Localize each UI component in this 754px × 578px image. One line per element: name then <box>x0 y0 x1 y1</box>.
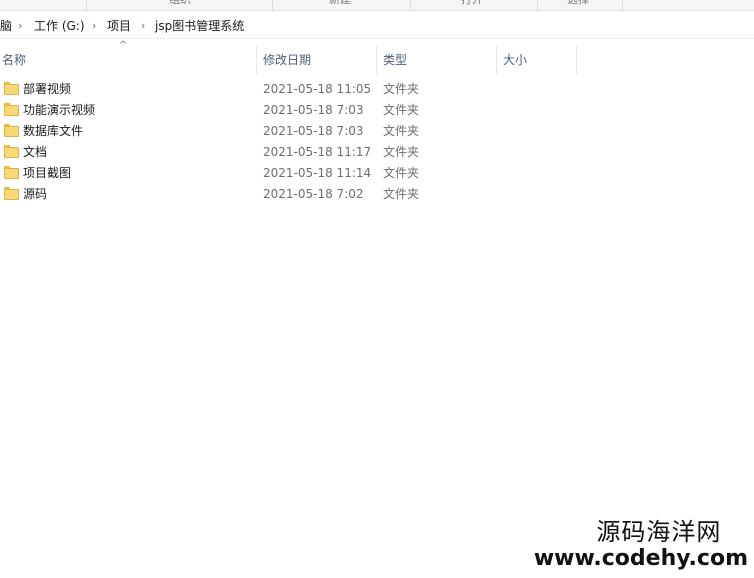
watermark: 源码海洋网 www.codehy.com <box>534 518 748 572</box>
column-header-type[interactable]: 类型 <box>377 46 497 74</box>
file-type: 文件夹 <box>383 124 420 138</box>
file-name[interactable]: 数据库文件 <box>23 121 83 142</box>
file-name[interactable]: 文档 <box>23 142 47 163</box>
chevron-right-icon[interactable]: › <box>18 14 22 38</box>
list-item[interactable]: 源码 2021-05-18 7:02 文件夹 <box>0 184 754 205</box>
chevron-right-icon[interactable]: › <box>92 14 96 38</box>
ribbon-separator <box>86 0 87 10</box>
folder-icon <box>4 82 19 95</box>
file-type: 文件夹 <box>383 145 420 159</box>
ribbon-group-select[interactable]: 选择 <box>548 0 608 9</box>
folder-icon <box>4 124 19 137</box>
file-type: 文件夹 <box>383 166 420 180</box>
column-header-label: 名称 <box>2 53 27 67</box>
file-modified: 2021-05-18 11:17 <box>263 145 372 159</box>
ribbon-separator <box>272 0 273 10</box>
column-header-row: ^ 名称 修改日期 类型 大小 <box>0 40 754 74</box>
file-name[interactable]: 源码 <box>23 184 47 205</box>
ribbon-group-open[interactable]: 打开 <box>442 0 502 9</box>
column-header-label: 大小 <box>503 53 528 67</box>
list-item[interactable]: 数据库文件 2021-05-18 7:03 文件夹 <box>0 121 754 142</box>
file-modified: 2021-05-18 7:02 <box>263 187 364 201</box>
folder-icon <box>4 103 19 116</box>
file-type: 文件夹 <box>383 82 420 96</box>
file-modified: 2021-05-18 11:14 <box>263 166 372 180</box>
breadcrumb-item-drive[interactable]: 工作 (G:) <box>34 14 85 38</box>
column-header-size[interactable]: 大小 <box>497 46 577 74</box>
ribbon-separator <box>622 0 623 10</box>
breadcrumb-item-current-folder[interactable]: jsp图书管理系统 <box>155 14 244 38</box>
list-item[interactable]: 文档 2021-05-18 11:17 文件夹 <box>0 142 754 163</box>
ribbon-separator <box>537 0 538 10</box>
column-header-label: 类型 <box>383 53 408 67</box>
folder-icon <box>4 187 19 200</box>
breadcrumb-item-computer[interactable]: 脑 <box>0 14 12 38</box>
chevron-right-icon[interactable]: › <box>141 14 145 38</box>
file-type: 文件夹 <box>383 187 420 201</box>
file-name[interactable]: 项目截图 <box>23 163 71 184</box>
file-modified: 2021-05-18 7:03 <box>263 124 364 138</box>
breadcrumb-item-project[interactable]: 项目 <box>107 14 131 38</box>
column-header-name[interactable]: 名称 <box>0 46 257 74</box>
folder-icon <box>4 166 19 179</box>
list-item[interactable]: 项目截图 2021-05-18 11:14 文件夹 <box>0 163 754 184</box>
ribbon-strip: 组织 新建 打开 选择 <box>0 0 754 11</box>
ribbon-separator <box>410 0 411 10</box>
column-header-modified[interactable]: 修改日期 <box>257 46 377 74</box>
file-modified: 2021-05-18 11:05 <box>263 82 372 96</box>
watermark-url: www.codehy.com <box>533 546 748 571</box>
ribbon-group-organize[interactable]: 组织 <box>150 0 210 9</box>
file-list: 部署视频 2021-05-18 11:05 文件夹 功能演示视频 2021-05… <box>0 79 754 205</box>
folder-icon <box>4 145 19 158</box>
ribbon-group-new[interactable]: 新建 <box>310 0 370 9</box>
file-name[interactable]: 部署视频 <box>23 79 71 100</box>
column-header-label: 修改日期 <box>263 53 312 67</box>
list-item[interactable]: 部署视频 2021-05-18 11:05 文件夹 <box>0 79 754 100</box>
list-item[interactable]: 功能演示视频 2021-05-18 7:03 文件夹 <box>0 100 754 121</box>
file-modified: 2021-05-18 7:03 <box>263 103 364 117</box>
file-name[interactable]: 功能演示视频 <box>23 100 95 121</box>
watermark-title: 源码海洋网 <box>596 518 722 546</box>
file-type: 文件夹 <box>383 103 420 117</box>
breadcrumb: 脑 › 工作 (G:) › 项目 › jsp图书管理系统 <box>0 14 754 39</box>
